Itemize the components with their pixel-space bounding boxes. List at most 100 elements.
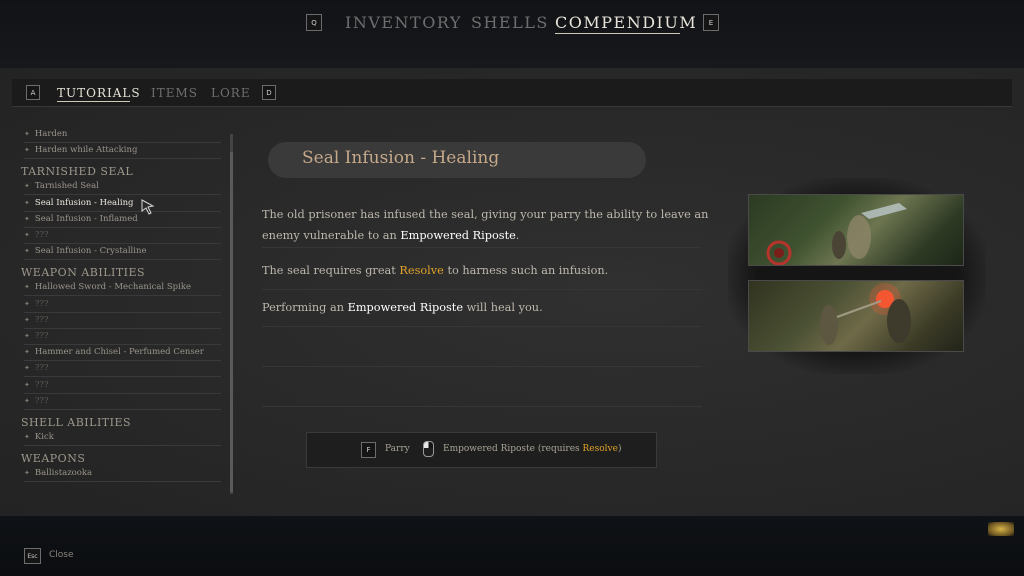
paragraph-1-line-1: The old prisoner has infused the seal, g…	[262, 208, 709, 221]
list-item[interactable]: ✦???	[24, 378, 221, 394]
description-paragraph-3: Performing an Empowered Riposte will hea…	[262, 297, 543, 318]
list-item[interactable]: ✦ Tarnished Seal	[24, 179, 221, 196]
parry-label: Parry	[385, 444, 410, 454]
p2-text-end: to harness such an infusion.	[443, 264, 609, 277]
riposte-scene-illustration	[820, 283, 911, 345]
keyword-empowered-riposte: Empowered Riposte	[347, 301, 464, 314]
bullet-icon: ✦	[24, 214, 30, 223]
bullet-icon: ✦	[24, 348, 30, 357]
list-item[interactable]: ✦ Kick	[24, 430, 221, 446]
p1-text: enemy vulnerable to an	[262, 229, 401, 242]
bullet-icon: ✦	[24, 469, 30, 478]
active-subtab-underline	[57, 101, 130, 102]
p1-end: .	[515, 229, 520, 242]
bullet-icon: ✦	[24, 247, 30, 256]
key-hint-q[interactable]: Q	[306, 14, 322, 31]
tab-items[interactable]: ITEMS	[151, 86, 198, 100]
list-item-label: ???	[34, 298, 49, 309]
list-section-header: TARNISHED SEAL	[21, 165, 134, 179]
p3-text: Performing an	[262, 301, 348, 314]
list-item[interactable]: ✦???	[24, 228, 221, 244]
keyword-empowered-riposte: Empowered Riposte	[400, 229, 516, 242]
list-item-label: Seal Infusion - Crystalline	[34, 246, 147, 257]
list-item[interactable]: ✦ Seal Infusion - Inflamed	[24, 212, 221, 228]
bullet-icon: ✦	[24, 299, 30, 308]
top-bar	[0, 0, 1024, 68]
tab-compendium[interactable]: COMPENDIUM	[555, 13, 697, 32]
list-item[interactable]: ✦???	[24, 329, 221, 345]
close-label[interactable]: Close	[49, 550, 74, 560]
key-hint-esc[interactable]: Esc	[24, 548, 41, 564]
bullet-icon: ✦	[24, 364, 30, 373]
list-item[interactable]: ✦ Seal Infusion - Crystalline	[24, 244, 221, 261]
bullet-icon: ✦	[24, 182, 30, 191]
description-paragraph-1: The old prisoner has infused the seal, g…	[262, 204, 708, 246]
list-item-label: Tarnished Seal	[34, 181, 99, 192]
divider	[262, 247, 702, 248]
key-hint-e[interactable]: E	[703, 14, 719, 31]
bullet-icon: ✦	[24, 433, 30, 441]
divider	[262, 366, 702, 367]
tab-inventory[interactable]: INVENTORY	[345, 13, 462, 32]
bullet-icon: ✦	[24, 315, 30, 324]
bullet-icon: ✦	[24, 283, 30, 292]
list-section-header: WEAPONS	[21, 452, 86, 466]
p2-text: The seal requires great	[262, 264, 400, 277]
list-item-label: Seal Infusion - Healing	[34, 197, 134, 208]
list-item-label: Hammer and Chisel - Perfumed Censer	[34, 347, 204, 358]
tab-shells[interactable]: SHELLS	[471, 13, 549, 32]
bullet-icon: ✦	[24, 146, 30, 155]
tutorial-list: ✦ Harden ✦ Harden while Attacking TARNISHED …	[16, 127, 221, 493]
tutorial-image-riposte	[748, 280, 964, 352]
bullet-icon: ✦	[24, 396, 30, 405]
p3-text-end: will heal you.	[463, 301, 543, 314]
list-item[interactable]: ✦???	[24, 297, 221, 313]
list-item[interactable]: ✦ Harden while Attacking	[24, 143, 221, 160]
list-item[interactable]: ✦ Ballistazooka	[24, 466, 221, 483]
list-item-label: ???	[34, 314, 49, 325]
list-item-selected[interactable]: ✦ Seal Infusion - Healing	[24, 196, 221, 212]
list-item[interactable]: ✦ Harden	[24, 127, 221, 143]
list-item-label: Hallowed Sword - Mechanical Spike	[34, 282, 191, 293]
tab-tutorials[interactable]: TUTORIALS	[57, 86, 141, 100]
list-item-label: ???	[34, 363, 49, 374]
list-section-header: SHELL ABILITIES	[21, 416, 132, 429]
description-paragraph-2: The seal requires great Resolve to harne…	[262, 260, 608, 281]
bullet-icon: ✦	[24, 332, 30, 340]
list-item-label: Kick	[34, 432, 54, 442]
list-section-header: WEAPON ABILITIES	[21, 266, 146, 280]
tutorial-image-parry	[748, 194, 964, 266]
list-item-label: Harden	[34, 129, 68, 139]
list-item[interactable]: ✦???	[24, 394, 221, 410]
list-item[interactable]: ✦???	[24, 313, 221, 329]
mouse-cursor-icon	[141, 199, 155, 215]
key-hint-f[interactable]: F	[361, 442, 376, 458]
keyword-resolve: Resolve	[399, 264, 444, 277]
riposte-end: )	[617, 444, 622, 454]
key-hint-d[interactable]: D	[262, 85, 276, 100]
riposte-resolve: Resolve	[582, 444, 618, 454]
divider	[262, 289, 702, 290]
list-item-label: Ballistazooka	[34, 468, 93, 479]
bottom-bar	[0, 516, 1024, 576]
list-item-label: ???	[34, 395, 49, 406]
mouse-left-click-icon	[423, 441, 434, 457]
list-scrollbar-thumb[interactable]	[230, 152, 233, 492]
list-item-label: ???	[34, 379, 49, 390]
bullet-icon: ✦	[24, 198, 30, 207]
gold-ornament-icon	[988, 522, 1014, 536]
divider	[262, 326, 702, 327]
bullet-icon: ✦	[24, 130, 30, 138]
divider	[262, 406, 702, 407]
list-item-label: Harden while Attacking	[34, 145, 138, 156]
list-item[interactable]: ✦ Hammer and Chisel - Perfumed Censer	[24, 345, 221, 362]
paragraph-1-line-2: enemy vulnerable to an Empowered Riposte…	[262, 225, 708, 246]
list-item-label: ???	[34, 230, 49, 240]
list-item[interactable]: ✦ Hallowed Sword - Mechanical Spike	[24, 280, 221, 297]
list-item[interactable]: ✦???	[24, 361, 221, 378]
tab-lore[interactable]: LORE	[211, 86, 251, 100]
riposte-text: Empowered Riposte (requires	[443, 444, 583, 454]
key-hint-a[interactable]: A	[26, 85, 40, 100]
active-tab-underline	[555, 33, 680, 34]
bullet-icon: ✦	[24, 380, 30, 389]
